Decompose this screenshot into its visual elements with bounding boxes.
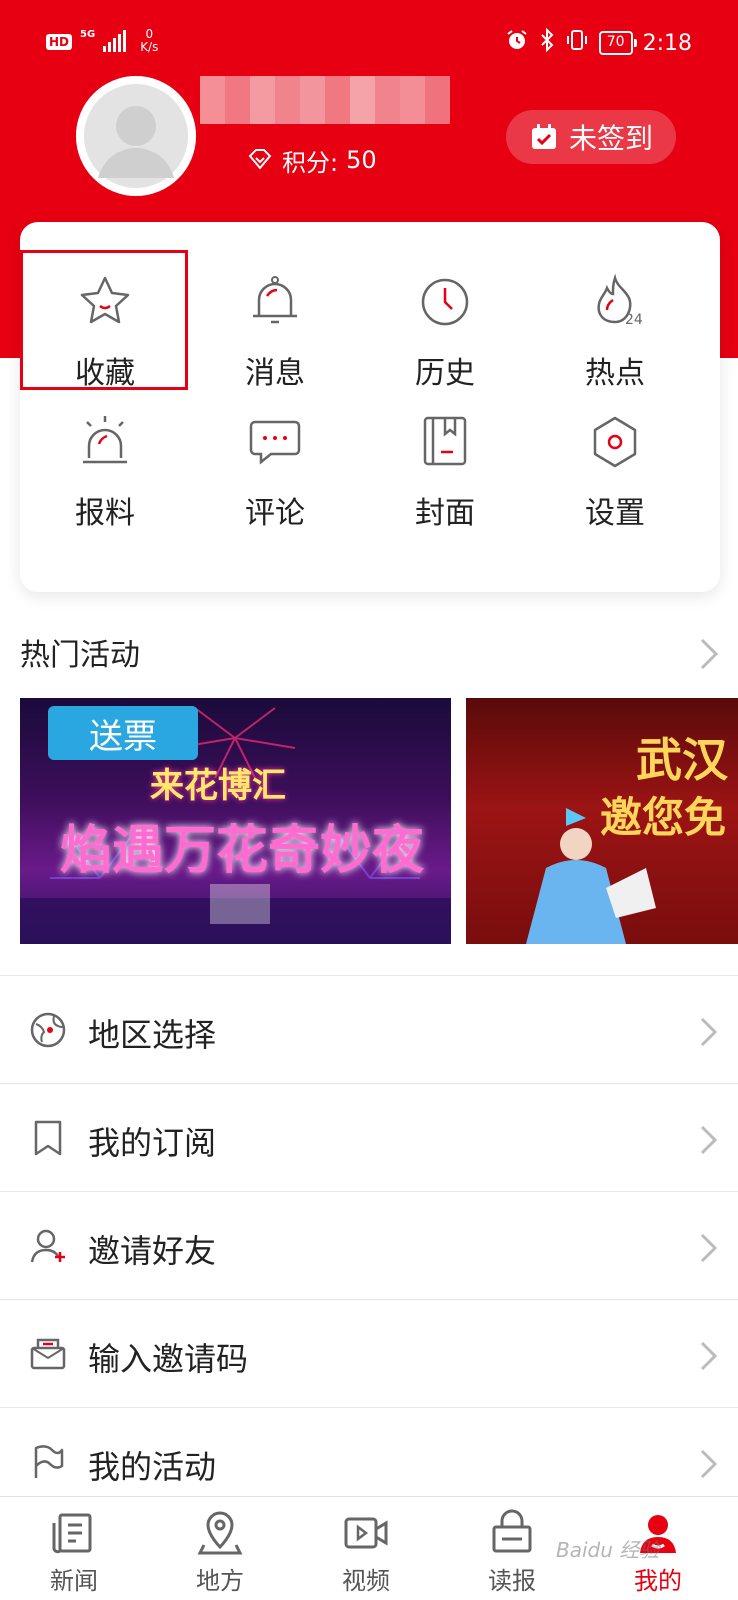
ticket-tag: 送票: [48, 706, 198, 760]
chevron-right-icon: [700, 1017, 718, 1047]
points: 积分: 50: [246, 140, 377, 180]
signin-label: 未签到: [568, 122, 653, 155]
add-user-icon: [30, 1229, 65, 1263]
bluetooth-icon: [539, 27, 555, 58]
menu-label: 消息: [245, 356, 305, 391]
menu-history[interactable]: 历史: [360, 272, 530, 412]
hot-activities-title: 热门活动: [20, 638, 140, 673]
username-blurred: [200, 76, 450, 124]
tab-label: 新闻: [50, 1567, 98, 1595]
list-label: 邀请好友: [88, 1232, 217, 1270]
chevron-right-icon: [700, 1341, 718, 1371]
menu-label: 封面: [415, 496, 475, 531]
calendar-check-icon: [531, 124, 556, 149]
points-value: 50: [346, 146, 377, 174]
svg-text:24: 24: [625, 312, 643, 328]
avatar[interactable]: [76, 76, 196, 196]
map-pin-icon: [197, 1511, 243, 1555]
network-speed: 0 K/s: [140, 28, 158, 54]
list-label: 我的订阅: [88, 1124, 217, 1162]
chevron-right-icon[interactable]: [694, 634, 724, 674]
menu-comments[interactable]: 评论: [190, 412, 360, 552]
menu-label: 报料: [75, 496, 135, 531]
menu-hot[interactable]: 24 热点: [530, 272, 700, 412]
location-globe-icon: [30, 1012, 66, 1048]
news-icon: [52, 1513, 92, 1554]
network-type: 5G: [80, 29, 96, 40]
menu-messages[interactable]: 消息: [190, 272, 360, 412]
list-item-subscriptions[interactable]: 我的订阅: [0, 1083, 738, 1191]
clock-icon: [421, 278, 469, 326]
chevron-right-icon: [700, 1449, 718, 1479]
menu-label: 历史: [415, 356, 475, 391]
status-bar: HD 5G 0 K/s 70 2:18: [0, 0, 738, 80]
settings-list: 地区选择 我的订阅 邀请好友 输入邀请码 我的活动: [0, 975, 738, 1515]
hexagon-gear-icon: [593, 416, 637, 468]
menu-settings[interactable]: 设置: [530, 412, 700, 552]
fire-24-icon: 24: [597, 273, 643, 328]
banner2-line1: 武汉: [636, 733, 728, 787]
tab-video[interactable]: 视频: [292, 1505, 440, 1600]
alarm-icon: [505, 28, 529, 58]
banner2-line2: 邀您免: [600, 793, 727, 842]
list-label: 我的活动: [88, 1448, 217, 1486]
menu-report[interactable]: 报料: [20, 412, 190, 552]
tab-news[interactable]: 新闻: [0, 1505, 148, 1600]
video-icon: [344, 1517, 388, 1549]
bookmark-card-icon: [423, 416, 467, 466]
avatar-placeholder-icon: [76, 76, 196, 196]
comment-icon: [249, 420, 301, 465]
speed-unit: K/s: [140, 40, 159, 54]
activity-banner-2[interactable]: 武汉 邀您免: [466, 698, 738, 944]
tab-label: 地方: [196, 1567, 244, 1595]
tab-label: 视频: [342, 1567, 390, 1595]
diamond-icon: [248, 149, 272, 170]
list-item-region[interactable]: 地区选择: [0, 975, 738, 1083]
menu-label: 评论: [245, 496, 305, 531]
battery-level: 70: [606, 34, 625, 50]
speed-value: 0: [145, 27, 154, 41]
chevron-right-icon: [700, 1125, 718, 1155]
points-label: 积分:: [282, 148, 339, 177]
bookmark-icon: [34, 1120, 62, 1156]
chevron-right-icon: [700, 1233, 718, 1263]
list-label: 输入邀请码: [88, 1340, 249, 1378]
activity-banner-1[interactable]: 送票 来花博汇 焰遇万花奇妙夜: [20, 698, 451, 944]
tab-local[interactable]: 地方: [146, 1505, 294, 1600]
list-item-invite-code[interactable]: 输入邀请码: [0, 1299, 738, 1407]
banner1-line2: 焰遇万花奇妙夜: [60, 821, 425, 881]
list-item-invite-friends[interactable]: 邀请好友: [0, 1191, 738, 1299]
menu-label: 热点: [585, 356, 645, 391]
hd-badge: HD: [46, 34, 73, 50]
flag-icon: [34, 1445, 64, 1478]
baidu-watermark: Baidu 经验: [556, 1538, 660, 1562]
tab-label: 读报: [488, 1567, 536, 1595]
newspaper-icon: [492, 1509, 532, 1553]
menu-cover[interactable]: 封面: [360, 412, 530, 552]
status-time: 2:18: [642, 30, 692, 56]
vibrate-icon: [565, 28, 589, 58]
signin-button[interactable]: 未签到: [506, 110, 676, 164]
alarm-light-icon: [83, 416, 127, 464]
code-envelope-icon: [30, 1338, 66, 1370]
banner1-line1: 来花博汇: [150, 766, 286, 806]
favorites-highlight-box: [20, 250, 188, 390]
tab-label: 我的: [634, 1567, 682, 1595]
battery-icon: 70: [598, 31, 637, 55]
list-label: 地区选择: [88, 1016, 217, 1054]
bell-icon: [253, 276, 297, 324]
menu-label: 设置: [585, 496, 645, 531]
signal-icon: [103, 30, 127, 52]
